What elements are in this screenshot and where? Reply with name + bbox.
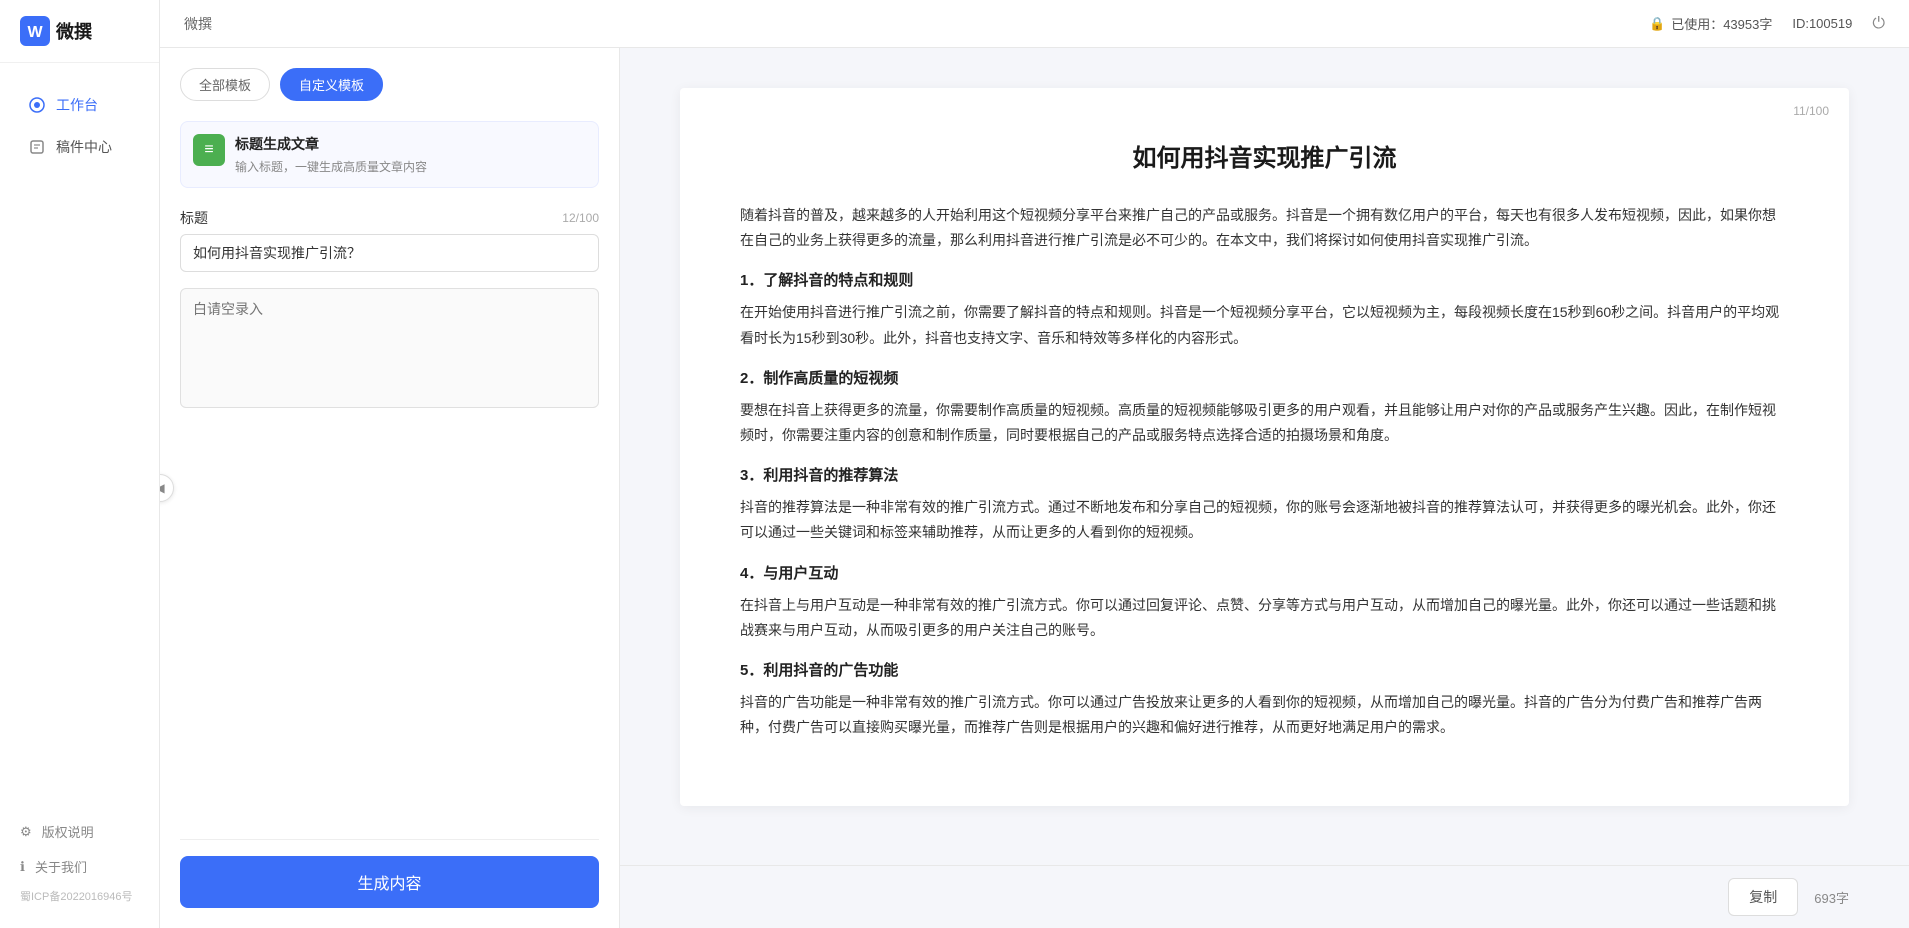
sidebar: W 微撰 工作台 稿件中心 ⚙ xyxy=(0,0,160,928)
content-form-group xyxy=(180,288,599,411)
page-counter: 11/100 xyxy=(1793,104,1829,118)
logo-area: W 微撰 xyxy=(0,0,159,63)
article-page: 11/100 如何用抖音实现推广引流 随着抖音的普及，越来越多的人开始利用这个短… xyxy=(680,88,1849,806)
template-card-description: 输入标题，一键生成高质量文章内容 xyxy=(235,158,427,175)
sidebar-item-workbench-label: 工作台 xyxy=(56,95,98,115)
article-para-1: 在开始使用抖音进行推广引流之前，你需要了解抖音的特点和规则。抖音是一个短视频分享… xyxy=(740,300,1789,350)
article-heading-4: 4．与用户互动 xyxy=(740,562,1789,583)
topbar-title: 微撰 xyxy=(184,14,212,34)
title-form-group: 标题 12/100 xyxy=(180,208,599,272)
title-label: 标题 xyxy=(180,208,208,228)
svg-text:W: W xyxy=(27,24,43,41)
right-panel-footer: 复制 693字 xyxy=(620,865,1909,928)
article-heading-3: 3．利用抖音的推荐算法 xyxy=(740,464,1789,485)
article-para-5: 抖音的广告功能是一种非常有效的推广引流方式。你可以通过广告投放来让更多的人看到你… xyxy=(740,690,1789,740)
template-card[interactable]: ≡ 标题生成文章 输入标题，一键生成高质量文章内容 xyxy=(180,121,599,188)
main-area: 微撰 🔒 已使用：43953字 ID:100519 ⏻ 全部模板 自定义模板 ≡… xyxy=(160,0,1909,928)
workbench-icon xyxy=(28,96,46,114)
usage-icon: 🔒 xyxy=(1649,16,1665,32)
template-card-icon: ≡ xyxy=(193,134,225,166)
sidebar-copyright[interactable]: ⚙ 版权说明 xyxy=(0,814,159,849)
sidebar-item-drafts[interactable]: 稿件中心 xyxy=(8,127,151,167)
article-heading-5: 5．利用抖音的广告功能 xyxy=(740,659,1789,680)
article-para-2: 要想在抖音上获得更多的流量，你需要制作高质量的短视频。高质量的短视频能够吸引更多… xyxy=(740,398,1789,448)
copy-button[interactable]: 复制 xyxy=(1728,878,1798,916)
sidebar-footer: ⚙ 版权说明 ℹ 关于我们 蜀ICP备2022016946号 xyxy=(0,804,159,928)
copyright-icon: ⚙ xyxy=(20,824,32,840)
right-panel: 11/100 如何用抖音实现推广引流 随着抖音的普及，越来越多的人开始利用这个短… xyxy=(620,48,1909,928)
left-panel: 全部模板 自定义模板 ≡ 标题生成文章 输入标题，一键生成高质量文章内容 标题 … xyxy=(160,48,620,928)
content-wrapper: 全部模板 自定义模板 ≡ 标题生成文章 输入标题，一键生成高质量文章内容 标题 … xyxy=(160,48,1909,928)
title-label-row: 标题 12/100 xyxy=(180,208,599,228)
generate-button[interactable]: 生成内容 xyxy=(180,856,599,908)
template-card-content: 标题生成文章 输入标题，一键生成高质量文章内容 xyxy=(235,134,427,175)
content-textarea[interactable] xyxy=(180,288,599,408)
id-info: ID:100519 xyxy=(1792,16,1852,31)
article-container: 11/100 如何用抖音实现推广引流 随着抖音的普及，越来越多的人开始利用这个短… xyxy=(620,48,1909,865)
usage-info: 🔒 已使用：43953字 xyxy=(1649,14,1772,33)
title-input[interactable] xyxy=(180,234,599,272)
article-para-3: 抖音的推荐算法是一种非常有效的推广引流方式。通过不断地发布和分享自己的短视频，你… xyxy=(740,495,1789,545)
about-label: 关于我们 xyxy=(35,857,87,876)
template-buttons: 全部模板 自定义模板 xyxy=(180,68,599,101)
drafts-icon xyxy=(28,138,46,156)
icp-text: 蜀ICP备2022016946号 xyxy=(0,884,159,908)
left-panel-bottom: 生成内容 xyxy=(180,819,599,908)
template-card-title: 标题生成文章 xyxy=(235,134,427,154)
word-count: 693字 xyxy=(1814,888,1849,907)
topbar-right: 🔒 已使用：43953字 ID:100519 ⏻ xyxy=(1649,14,1885,33)
copyright-label: 版权说明 xyxy=(42,822,94,841)
sidebar-nav: 工作台 稿件中心 xyxy=(0,63,159,804)
article-para-4: 在抖音上与用户互动是一种非常有效的推广引流方式。你可以通过回复评论、点赞、分享等… xyxy=(740,593,1789,643)
all-templates-button[interactable]: 全部模板 xyxy=(180,68,270,101)
topbar: 微撰 🔒 已使用：43953字 ID:100519 ⏻ xyxy=(160,0,1909,48)
title-counter: 12/100 xyxy=(562,211,599,225)
about-icon: ℹ xyxy=(20,859,25,875)
article-heading-2: 2．制作高质量的短视频 xyxy=(740,367,1789,388)
logo-icon: W xyxy=(20,16,50,46)
logout-button[interactable]: ⏻ xyxy=(1872,15,1885,33)
article-heading-1: 1．了解抖音的特点和规则 xyxy=(740,269,1789,290)
sidebar-item-workbench[interactable]: 工作台 xyxy=(8,85,151,125)
custom-templates-button[interactable]: 自定义模板 xyxy=(280,68,383,101)
sidebar-item-drafts-label: 稿件中心 xyxy=(56,137,112,157)
article-intro: 随着抖音的普及，越来越多的人开始利用这个短视频分享平台来推广自己的产品或服务。抖… xyxy=(740,203,1789,253)
usage-label: 已使用：43953字 xyxy=(1671,14,1772,33)
logo-text: 微撰 xyxy=(56,18,92,44)
sidebar-about[interactable]: ℹ 关于我们 xyxy=(0,849,159,884)
article-title: 如何用抖音实现推广引流 xyxy=(740,138,1789,173)
